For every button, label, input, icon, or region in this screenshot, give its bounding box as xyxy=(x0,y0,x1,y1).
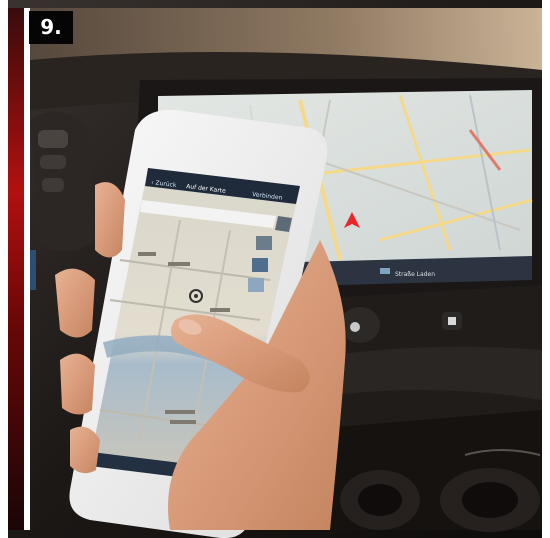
dial-knob xyxy=(340,307,380,343)
photo: Straße Laden ‹ Zurück Auf der Karte Verb… xyxy=(0,0,550,538)
dashboard-status-text: Straße Laden xyxy=(395,271,435,278)
right-margin xyxy=(542,0,550,538)
left-margin xyxy=(0,0,8,538)
figure-number-badge: 9. xyxy=(29,11,73,44)
left-red-panel xyxy=(8,8,24,530)
photo-scene: Straße Laden ‹ Zurück Auf der Karte Verb… xyxy=(0,0,550,538)
